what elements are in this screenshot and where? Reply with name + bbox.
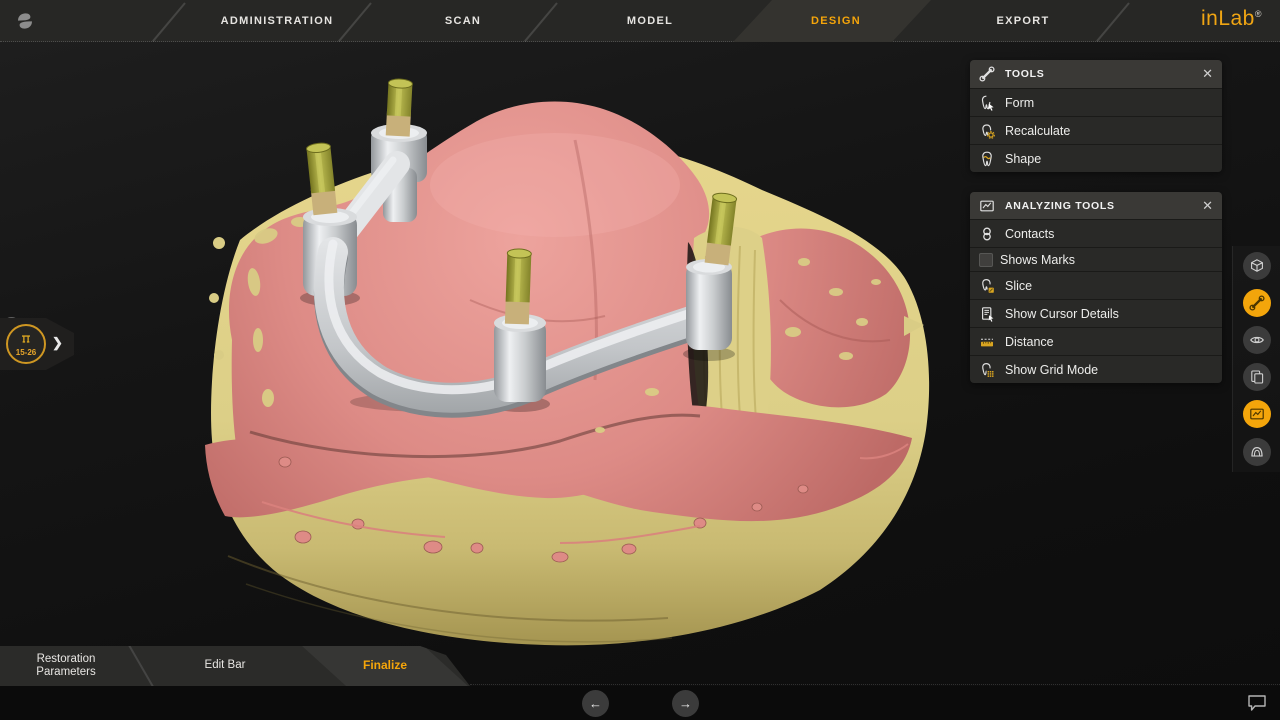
tab-design[interactable]: DESIGN — [811, 0, 861, 42]
documents-button[interactable] — [1243, 363, 1271, 391]
workflow-step-bar: Restoration Parameters Edit Bar Finalize — [0, 646, 470, 686]
analysis-image-icon — [978, 197, 996, 215]
tab-separator — [152, 2, 185, 41]
tab-export[interactable]: EXPORT — [996, 0, 1049, 42]
tools-panel-header: TOOLS ✕ — [970, 60, 1222, 88]
tooth-gear-icon — [978, 122, 996, 140]
forward-arrow-icon: → — [679, 696, 692, 711]
restoration-range: 15-26 — [16, 348, 36, 357]
implant-sleeve-back-left — [386, 78, 413, 136]
analyzing-item-label: Distance — [1005, 335, 1054, 349]
bar-restoration-icon — [18, 331, 34, 349]
tab-scan[interactable]: SCAN — [445, 0, 481, 42]
step-back-button[interactable]: ← — [582, 690, 609, 717]
expand-panel-chevron[interactable]: ❯ — [52, 335, 63, 351]
documents-icon — [1248, 368, 1266, 386]
restoration-badge[interactable]: 15-26 — [6, 324, 46, 364]
contacts-icon — [978, 225, 996, 243]
close-icon[interactable]: ✕ — [1202, 60, 1213, 88]
viewport-bottom-seam — [470, 684, 1280, 685]
analyzing-panel-title: ANALYZING TOOLS — [1005, 200, 1115, 212]
wrench-icon — [1248, 294, 1266, 312]
step-edit-bar[interactable]: Edit Bar — [165, 646, 285, 686]
step-finalize[interactable]: Finalize — [325, 646, 445, 686]
tool-item-label: Shape — [1005, 152, 1041, 166]
analyzing-item-distance[interactable]: Distance — [970, 327, 1222, 355]
speech-bubble-icon[interactable] — [1245, 693, 1269, 713]
analyzing-item-shows-marks[interactable]: Shows Marks — [970, 247, 1222, 271]
step-forward-button[interactable]: → — [672, 690, 699, 717]
wrench-icon — [978, 65, 996, 83]
tooth-grid-icon — [978, 361, 996, 379]
top-navigation-bar: ADMINISTRATION SCAN MODEL DESIGN EXPORT … — [0, 0, 1280, 42]
analyzing-item-label: Show Cursor Details — [1005, 307, 1119, 321]
shows-marks-checkbox[interactable] — [979, 253, 993, 267]
tab-separator — [524, 2, 557, 41]
cube-icon — [1248, 257, 1266, 275]
tab-separator — [338, 2, 371, 41]
view-3d-button[interactable] — [1243, 252, 1271, 280]
step-separator — [128, 645, 153, 687]
analyzing-item-label: Contacts — [1005, 227, 1054, 241]
back-arrow-icon: ← — [589, 696, 602, 711]
tools-button[interactable] — [1243, 289, 1271, 317]
implant-sleeve-center — [505, 249, 532, 325]
tool-item-label: Recalculate — [1005, 124, 1070, 138]
cursor-details-icon — [978, 305, 996, 323]
close-icon[interactable]: ✕ — [1202, 192, 1213, 220]
analysis-image-icon — [1248, 405, 1266, 423]
tooth-slice-icon — [978, 277, 996, 295]
analyzing-item-label: Slice — [1005, 279, 1032, 293]
analyzing-tools-button[interactable] — [1243, 400, 1271, 428]
jaw-icon — [1248, 443, 1266, 461]
tab-separator — [1096, 2, 1129, 41]
tooth-wave-icon — [978, 150, 996, 168]
footer-strip: ← → — [0, 686, 1280, 720]
tool-item-shape[interactable]: Shape — [970, 144, 1222, 172]
analyzing-tools-panel: ANALYZING TOOLS ✕ Contacts Shows Marks S… — [970, 192, 1222, 383]
registered-mark: ® — [1255, 9, 1262, 19]
dentsply-sirona-logo — [12, 8, 38, 34]
analyzing-panel-header: ANALYZING TOOLS ✕ — [970, 192, 1222, 219]
analyzing-item-label: Show Grid Mode — [1005, 363, 1098, 377]
inlab-design-screen: ADMINISTRATION SCAN MODEL DESIGN EXPORT … — [0, 0, 1280, 720]
tab-administration[interactable]: ADMINISTRATION — [221, 0, 334, 42]
tool-item-label: Form — [1005, 96, 1034, 110]
inlab-brand: inLab® — [1201, 7, 1262, 31]
tools-panel: TOOLS ✕ Form Recalculate Shape — [970, 60, 1222, 172]
tool-item-recalculate[interactable]: Recalculate — [970, 116, 1222, 144]
display-options-button[interactable] — [1243, 326, 1271, 354]
tab-model[interactable]: MODEL — [627, 0, 673, 42]
analyzing-item-show-grid-mode[interactable]: Show Grid Mode — [970, 355, 1222, 383]
eye-icon — [1248, 331, 1266, 349]
ruler-icon — [978, 333, 996, 351]
analyzing-item-slice[interactable]: Slice — [970, 271, 1222, 299]
tools-panel-title: TOOLS — [1005, 68, 1044, 80]
step-restoration-parameters[interactable]: Restoration Parameters — [6, 646, 126, 686]
analyzing-item-show-cursor-details[interactable]: Show Cursor Details — [970, 299, 1222, 327]
analyzing-item-label: Shows Marks — [1000, 253, 1075, 267]
jaw-view-button[interactable] — [1243, 438, 1271, 466]
tool-item-form[interactable]: Form — [970, 88, 1222, 116]
tooth-cursor-icon — [978, 94, 996, 112]
analyzing-item-contacts[interactable]: Contacts — [970, 219, 1222, 247]
